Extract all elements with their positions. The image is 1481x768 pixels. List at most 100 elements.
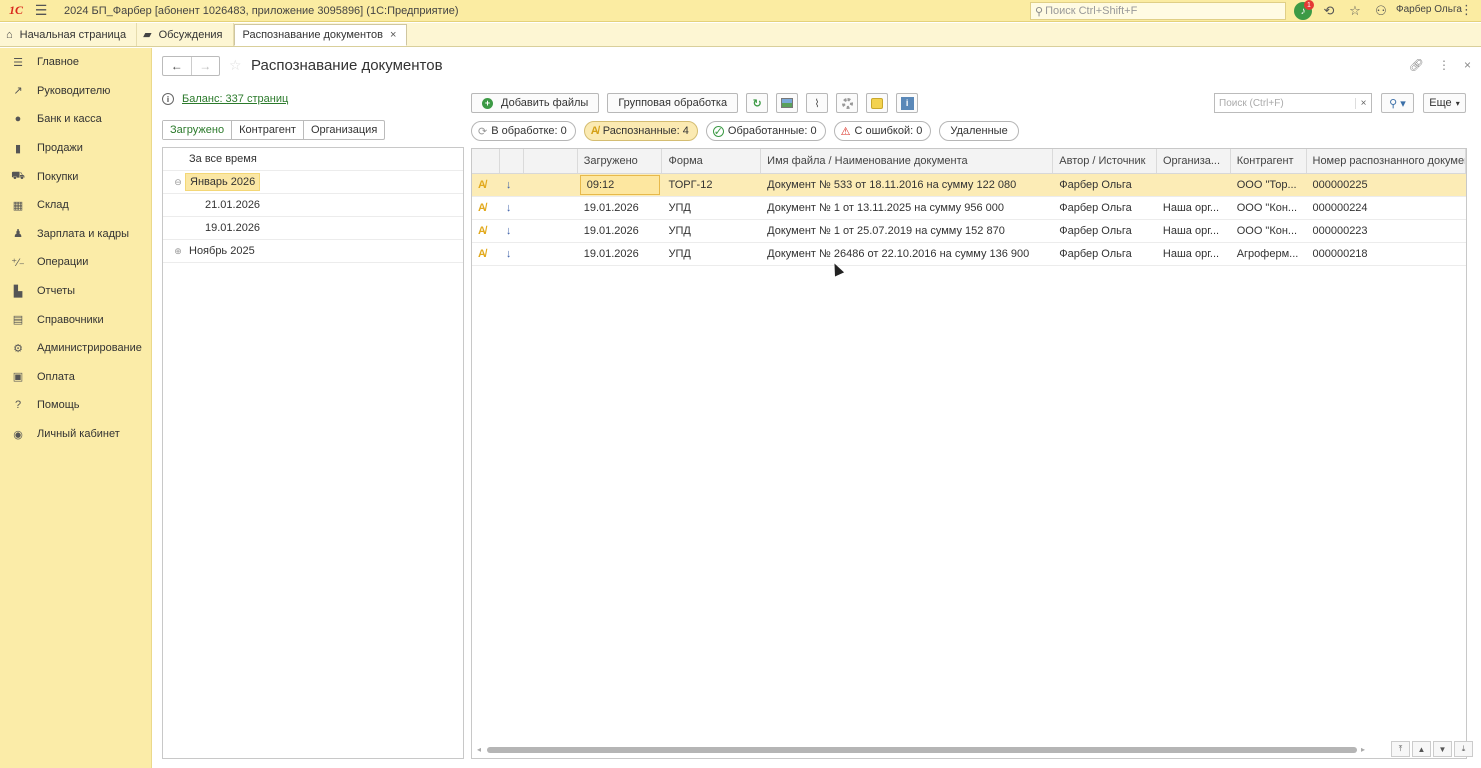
list-search-input[interactable] xyxy=(1215,94,1355,112)
number-cell: 000000223 xyxy=(1312,225,1368,237)
global-search-input[interactable]: ⚲ Поиск Ctrl+Shift+F xyxy=(1030,2,1286,20)
column-header-form[interactable]: Форма xyxy=(662,149,762,173)
processing-icon: ⟳ xyxy=(478,125,488,138)
column-header-contractor[interactable]: Контрагент xyxy=(1231,149,1307,173)
tree-row[interactable]: За все время xyxy=(163,148,463,171)
first-page-icon[interactable]: ⤒ xyxy=(1391,741,1410,757)
column-header-author[interactable]: Автор / Источник xyxy=(1053,149,1157,173)
global-search-placeholder: Поиск Ctrl+Shift+F xyxy=(1045,5,1138,17)
tree-row[interactable]: ⊕ Ноябрь 2025 xyxy=(163,240,463,263)
info-icon: i xyxy=(900,96,914,110)
history-icon[interactable]: ⟲ xyxy=(1316,0,1342,22)
add-files-button[interactable]: + Добавить файлы xyxy=(471,93,600,113)
group-processing-button[interactable]: Групповая обработка xyxy=(607,93,739,113)
table-row[interactable]: A̸ ↓ 19.01.2026 УПД Документ № 1 от 13.1… xyxy=(472,197,1466,220)
sidebar-item-payment[interactable]: ▣ Оплата xyxy=(0,363,151,392)
sidebar-item-manager[interactable]: ↗ Руководителю xyxy=(0,77,151,106)
attach-button[interactable]: ⌇ xyxy=(806,93,829,113)
image-button[interactable] xyxy=(776,93,799,113)
segment-organization[interactable]: Организация xyxy=(302,121,384,139)
tree-row[interactable]: 21.01.2026 xyxy=(163,194,463,217)
filter-recognized[interactable]: A̸ Распознанные: 4 xyxy=(583,121,698,141)
sidebar-item-salary[interactable]: ♟ Зарплата и кадры xyxy=(0,220,151,249)
forward-button[interactable]: → xyxy=(190,57,220,75)
collapse-icon[interactable]: ⊖ xyxy=(171,177,185,188)
app-logo[interactable]: 1С xyxy=(2,0,30,22)
note-icon xyxy=(871,97,884,109)
link-icon[interactable]: 🔗︎ xyxy=(1409,58,1424,72)
grouping-segments: Загружено Контрагент Организация xyxy=(162,120,386,140)
clear-search-icon[interactable]: × xyxy=(1355,97,1371,109)
sidebar-item-purchases[interactable]: ⛟ Покупки xyxy=(0,162,151,191)
note-button[interactable] xyxy=(866,93,889,113)
tab-document-recognition[interactable]: Распознавание документов × xyxy=(233,24,408,46)
user-icon[interactable]: ⚇ xyxy=(1368,0,1394,22)
search-button[interactable]: ⚲ ▾ xyxy=(1381,93,1414,113)
close-icon[interactable]: × xyxy=(390,29,396,41)
column-header-organization[interactable]: Организа... xyxy=(1157,149,1231,173)
user-name[interactable]: Фарбер Ольга xyxy=(1396,4,1462,15)
column-header[interactable] xyxy=(524,149,578,173)
app-title: 2024 БП_Фарбер [абонент 1026483, приложе… xyxy=(64,4,459,17)
sidebar-item-administration[interactable]: ⚙ Администрирование xyxy=(0,334,151,363)
close-icon[interactable]: × xyxy=(1464,58,1471,72)
sidebar-item-help[interactable]: ? Помощь xyxy=(0,391,151,420)
contractor-cell: Агроферм... xyxy=(1236,248,1299,260)
filter-with-error[interactable]: ⚠ С ошибкой: 0 xyxy=(833,121,932,141)
favorite-star-icon[interactable]: ☆ xyxy=(229,57,242,74)
last-page-icon[interactable]: ⤓ xyxy=(1454,741,1473,757)
filter-processed[interactable]: ✓ Обработанные: 0 xyxy=(705,121,826,141)
expand-icon[interactable]: ⊕ xyxy=(171,246,185,257)
sidebar-item-bank[interactable]: ● Банк и касса xyxy=(0,105,151,134)
sidebar-item-main[interactable]: ☰ Главное xyxy=(0,48,151,77)
table-row[interactable]: A̸ ↓ 19.01.2026 УПД Документ № 1 от 25.0… xyxy=(472,220,1466,243)
notifications-button[interactable]: ♪ 1 xyxy=(1290,0,1316,22)
sidebar-item-warehouse[interactable]: ▦ Склад xyxy=(0,191,151,220)
segment-contractor[interactable]: Контрагент xyxy=(231,121,303,139)
tree-row[interactable]: ⊖ Январь 2026 xyxy=(163,171,463,194)
filter-in-processing[interactable]: ⟳ В обработке: 0 xyxy=(471,121,576,141)
loaded-cell[interactable]: 09:12 xyxy=(579,175,661,195)
scroll-right-icon[interactable]: ▸ xyxy=(1361,745,1365,754)
column-header[interactable] xyxy=(500,149,524,173)
scrollbar-thumb[interactable] xyxy=(487,747,1357,753)
tab-discussions[interactable]: ▰ Обсуждения xyxy=(137,23,234,46)
sidebar-item-account[interactable]: ◉ Личный кабинет xyxy=(0,420,151,449)
column-header-loaded[interactable]: Загружено xyxy=(578,149,663,173)
more-vertical-icon[interactable]: ⋮ xyxy=(1438,58,1450,72)
tree-label: Ноябрь 2025 xyxy=(189,245,255,257)
column-header[interactable] xyxy=(472,149,500,173)
sidebar-item-reports[interactable]: ▙ Отчеты xyxy=(0,277,151,306)
tree-label: За все время xyxy=(189,153,257,165)
page-down-icon[interactable]: ▼ xyxy=(1433,741,1452,757)
refresh-button[interactable]: ↻ xyxy=(746,93,769,113)
form-cell: УПД xyxy=(668,248,691,260)
recognized-icon: A̸ xyxy=(478,179,486,191)
info-button[interactable]: i xyxy=(896,93,919,113)
image-icon xyxy=(781,98,794,108)
help-icon: ? xyxy=(14,399,22,412)
sidebar-item-sales[interactable]: ▮ Продажи xyxy=(0,134,151,163)
scroll-left-icon[interactable]: ◂ xyxy=(477,745,481,754)
table-row[interactable]: A̸ ↓ 09:12 ТОРГ-12 Документ № 533 от 18.… xyxy=(472,174,1466,197)
favorites-icon[interactable]: ☆ xyxy=(1342,0,1368,22)
settings-button[interactable] xyxy=(836,93,859,113)
filter-deleted[interactable]: Удаленные xyxy=(939,121,1019,141)
balance-link[interactable]: Баланс: 337 страниц xyxy=(182,93,288,105)
recognized-icon: A̸ xyxy=(478,225,486,237)
tab-home[interactable]: ⌂ Начальная страница xyxy=(0,23,138,46)
horizontal-scrollbar[interactable] xyxy=(487,747,1357,753)
tree-row[interactable]: 19.01.2026 xyxy=(163,217,463,240)
page-up-icon[interactable]: ▲ xyxy=(1412,741,1431,757)
download-cell: ↓ xyxy=(500,197,524,219)
sidebar-item-operations[interactable]: ⁺⁄₋ Операции xyxy=(0,248,151,277)
segment-loaded[interactable]: Загружено xyxy=(163,121,232,139)
column-header-name[interactable]: Имя файла / Наименование документа xyxy=(761,149,1054,173)
table-row[interactable]: A̸ ↓ 19.01.2026 УПД Документ № 26486 от … xyxy=(472,243,1466,266)
back-button[interactable]: ← xyxy=(163,57,191,75)
more-menu-icon[interactable]: ⋮ xyxy=(1460,2,1473,18)
sidebar-item-directories[interactable]: ▤ Справочники xyxy=(0,305,151,334)
main-menu-icon[interactable]: ☰ xyxy=(30,0,52,22)
column-header-number[interactable]: Номер распознанного докумен xyxy=(1307,149,1466,173)
more-button[interactable]: Еще ▾ xyxy=(1423,93,1466,113)
